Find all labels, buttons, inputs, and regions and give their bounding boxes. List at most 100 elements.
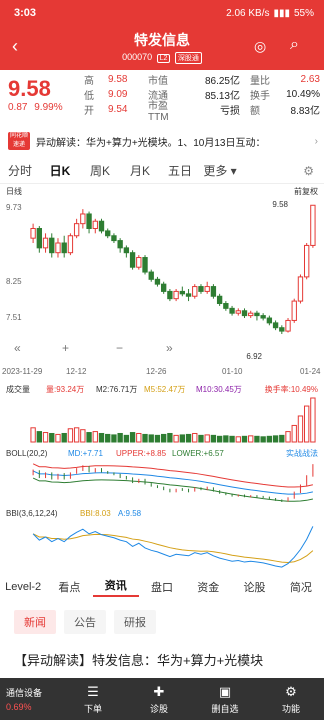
- diagnose-icon: ✚: [153, 683, 165, 699]
- settings-icon[interactable]: ⚙: [303, 164, 314, 178]
- volume-bar: [248, 435, 254, 443]
- vol-legend: M2:76.71万: [96, 385, 137, 394]
- robot-icon[interactable]: ◎: [254, 38, 266, 55]
- candle-body: [179, 290, 186, 295]
- volume-bar: [167, 432, 173, 443]
- max-price-label: 9.58: [272, 200, 288, 209]
- strategy-link[interactable]: 实战战法: [286, 448, 318, 458]
- subtab-announcements[interactable]: 公告: [64, 610, 106, 634]
- y-label-top: 9.73: [6, 203, 22, 212]
- tab-profile[interactable]: 简况: [278, 579, 324, 595]
- subtab-news[interactable]: 新闻: [14, 610, 56, 634]
- x-label: 12-12: [66, 367, 87, 376]
- functions-button[interactable]: ⚙ 功能: [258, 684, 324, 715]
- volume-bar: [303, 405, 310, 443]
- price-change: 0.87 9.99%: [8, 102, 63, 113]
- bbi-legend: A:9.58: [118, 509, 142, 518]
- period-tabs: 分时 日K 周K 月K 五日 更多 ▾ ⚙: [0, 158, 324, 184]
- signal-icon: ▮▮▮: [273, 7, 290, 19]
- candle-body: [123, 247, 130, 254]
- candle-body: [303, 244, 310, 278]
- tab-highlights[interactable]: 看点: [46, 579, 92, 595]
- search-icon[interactable]: ⌕: [290, 36, 299, 54]
- stock-title: 特发信息 000070 L2 深股通: [0, 30, 324, 64]
- tab-level2[interactable]: Level-2: [0, 581, 46, 593]
- volume-bar: [254, 435, 260, 443]
- candle-body: [285, 319, 291, 332]
- info-tabs: Level-2 看点 资讯 盘口 资金 论股 简况: [0, 576, 324, 598]
- volume-bar: [49, 432, 55, 443]
- status-bar: 3:03 2.06 KB/s ▮▮▮ 55%: [14, 6, 314, 20]
- volume-bar: [142, 433, 148, 443]
- news-logo: 同花顺 速递: [8, 132, 30, 150]
- volume-bar: [61, 432, 67, 443]
- zoom-left-icon[interactable]: «: [14, 341, 21, 355]
- tag-hk-connect: 深股通: [174, 52, 202, 64]
- candle-body: [185, 293, 192, 297]
- candle-body: [223, 303, 229, 309]
- volume-bar: [148, 434, 154, 443]
- tab-intraday[interactable]: 分时: [0, 162, 40, 179]
- tab-discussion[interactable]: 论股: [231, 579, 277, 595]
- tab-daily-k[interactable]: 日K: [40, 162, 80, 179]
- diagnose-button[interactable]: ✚ 诊股: [126, 684, 192, 715]
- candle-body: [291, 300, 297, 321]
- change-value: 0.87: [8, 102, 28, 113]
- boll-legend: UPPER:+8.85: [116, 449, 167, 458]
- candle-body: [173, 290, 179, 300]
- candle-body: [111, 235, 117, 242]
- candle-body: [98, 220, 105, 232]
- boll-legend: LOWER:+6.57: [172, 449, 224, 458]
- bottom-action-bar: 通信设备 0.69% ☰ 下单 ✚ 诊股 ▣ 删自选 ⚙ 功能: [0, 678, 324, 720]
- tab-more[interactable]: 更多 ▾: [200, 162, 240, 179]
- volume-bar: [111, 434, 117, 443]
- candle-body: [210, 286, 217, 297]
- subtab-research[interactable]: 研报: [114, 610, 156, 634]
- volume-title[interactable]: 成交量: [6, 384, 30, 394]
- tab-monthly-k[interactable]: 月K: [120, 162, 160, 179]
- quote-label: 量比: [250, 76, 270, 87]
- volume-bar: [285, 431, 291, 443]
- boll-title[interactable]: BOLL(20,2): [6, 449, 48, 458]
- kline-chart[interactable]: 日线 前复权 9.73 8.25 7.51 9.58 6.92 « + − » …: [0, 184, 324, 574]
- order-button[interactable]: ☰ 下单: [60, 684, 126, 715]
- boll-mid-line: [32, 470, 313, 495]
- volume-bar: [173, 434, 179, 443]
- zoom-out-icon[interactable]: −: [116, 341, 123, 355]
- volume-bar: [297, 415, 304, 443]
- candle-body: [67, 235, 74, 254]
- min-price-label: 6.92: [246, 352, 262, 361]
- bbi-line: [32, 533, 314, 564]
- tab-orderbook[interactable]: 盘口: [139, 579, 185, 595]
- day-line-label: 日线: [6, 186, 22, 196]
- tab-five-day[interactable]: 五日: [160, 162, 200, 179]
- candle-body: [241, 310, 248, 317]
- remove-watchlist-button[interactable]: ▣ 删自选: [192, 684, 258, 715]
- tab-funds[interactable]: 资金: [185, 579, 231, 595]
- quote-value: 2.63: [300, 74, 320, 85]
- volume-bar: [80, 429, 86, 443]
- zoom-right-icon[interactable]: »: [166, 341, 173, 355]
- bbi-title[interactable]: BBI(3,6,12,24): [6, 509, 58, 518]
- boll-legend: MD:+7.71: [68, 449, 103, 458]
- tab-weekly-k[interactable]: 周K: [80, 162, 120, 179]
- candles-group: [30, 204, 316, 334]
- volume-bar: [235, 436, 241, 443]
- volume-bar: [73, 427, 80, 443]
- candle-body: [260, 315, 266, 319]
- candle-body: [80, 213, 86, 225]
- candle-body: [192, 286, 198, 297]
- news-headline[interactable]: 【异动解读】特发信息：华为+算力+光模块: [14, 650, 263, 669]
- chevron-right-icon[interactable]: ›: [315, 136, 318, 147]
- news-strip[interactable]: 同花顺 速递 异动解读：华为+算力+光模块。1、10月13日互动： ›: [8, 130, 318, 152]
- volume-bar: [154, 434, 161, 443]
- bbi-lines: [32, 526, 314, 568]
- quote-label: 换手: [250, 91, 270, 102]
- tab-news[interactable]: 资讯: [92, 577, 139, 597]
- candle-body: [272, 322, 279, 329]
- zoom-in-icon[interactable]: +: [62, 341, 69, 355]
- y-label-mid: 8.25: [6, 277, 22, 286]
- functions-icon: ⚙: [285, 683, 297, 699]
- sector-info[interactable]: 通信设备 0.69%: [0, 686, 60, 712]
- candle-body: [216, 295, 223, 305]
